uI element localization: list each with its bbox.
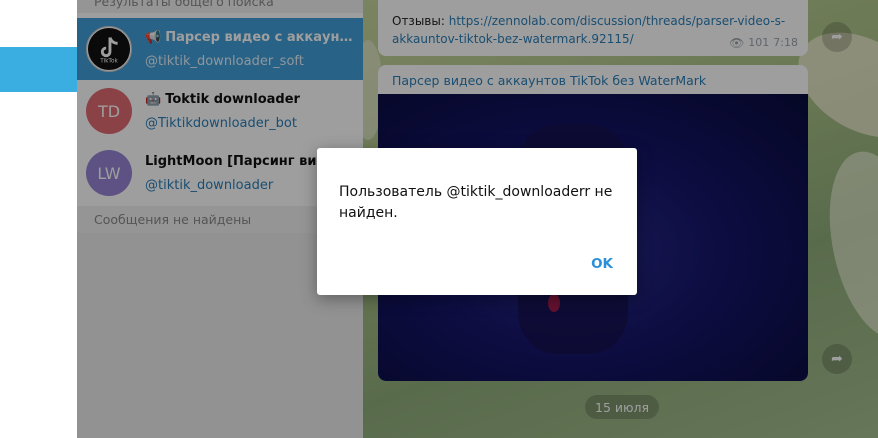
ok-button[interactable]: OK	[591, 256, 613, 272]
active-chat-highlight	[0, 47, 77, 92]
alert-message: Пользователь @tiktik_downloaderr не найд…	[339, 184, 613, 221]
alert-dialog: Пользователь @tiktik_downloaderr не найд…	[317, 148, 637, 295]
